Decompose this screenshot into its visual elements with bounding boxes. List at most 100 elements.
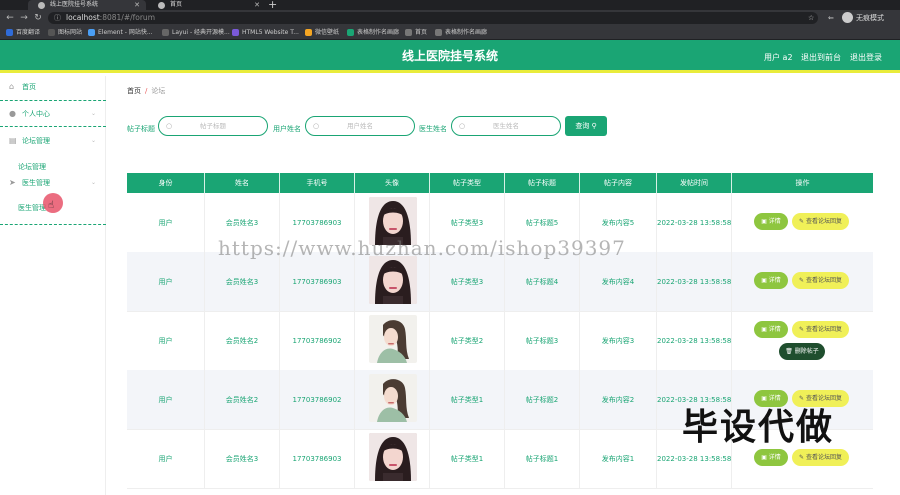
cell-content: 发布内容3 (580, 311, 657, 371)
cell-role: 用户 (127, 252, 205, 312)
detail-icon: ▣ (761, 326, 769, 333)
info-icon: ⓘ (54, 14, 61, 22)
bookmark-item[interactable]: 百度翻译 (6, 26, 40, 40)
avatar (368, 256, 417, 304)
avatar (368, 433, 417, 481)
cell-phone: 17703786903 (280, 429, 355, 489)
sidebar-item-forum[interactable]: ▤ 论坛管理 ⌄ (0, 130, 106, 152)
cell-actions: ▣ 详情 ✎ 查看论坛回复 (732, 252, 873, 312)
view-replies-button[interactable]: ✎ 查看论坛回复 (792, 213, 849, 230)
user-search-label: 用户姓名 (273, 125, 301, 133)
breadcrumb-home[interactable]: 首页 (127, 87, 141, 95)
cell-actions: ▣ 详情 ✎ 查看论坛回复 🗑 删除帖子 (732, 311, 873, 371)
user-icon: ● (9, 109, 16, 118)
bookmark-icon (305, 29, 312, 36)
cell-phone: 17703786903 (280, 252, 355, 312)
detail-button[interactable]: ▣ 详情 (754, 213, 788, 230)
bookmark-item[interactable]: 表格制作名画廊 (435, 26, 487, 40)
title-search-label: 帖子标题 (127, 125, 155, 133)
incognito-avatar-icon[interactable] (842, 12, 853, 23)
detail-icon: ▣ (761, 218, 769, 225)
cell-role: 用户 (127, 193, 205, 253)
cell-role: 用户 (127, 370, 205, 430)
site-favicon-icon (158, 2, 165, 9)
column-header: 帖子标题 (505, 173, 580, 193)
reload-icon[interactable]: ↻ (32, 11, 44, 25)
browser-tab[interactable]: 首页 ✕ (148, 0, 266, 10)
cell-actions: ▣ 详情 ✎ 查看论坛回复 (732, 193, 873, 253)
avatar-cell (355, 311, 430, 371)
bookmark-item[interactable]: 首页 (405, 26, 427, 40)
sidebar-item-personal[interactable]: ● 个人中心 ⌄ (0, 103, 106, 125)
bookmark-item[interactable]: Element - 网站快... (88, 26, 153, 40)
detail-button[interactable]: ▣ 详情 (754, 449, 788, 466)
close-tab-icon[interactable]: ✕ (134, 0, 140, 10)
logout-link[interactable]: 退出登录 (850, 40, 882, 75)
bookmark-item[interactable]: HTML5 Website T... (232, 26, 299, 40)
view-replies-button[interactable]: ✎ 查看论坛回复 (792, 321, 849, 338)
divider (0, 224, 106, 225)
sidebar-subitem-forum[interactable]: 论坛管理 (18, 162, 46, 172)
cell-name: 会员姓名2 (205, 370, 280, 430)
column-header: 头像 (355, 173, 430, 193)
bookmark-item[interactable]: 表格制作名画廊 (347, 26, 399, 40)
table-row: 用户 会员姓名2 17703786902 帖子类型2 帖子标题3 发布内容3 2022-03… (127, 311, 873, 371)
sidebar-item-doctor[interactable]: ➤ 医生管理 ⌄ (0, 172, 106, 194)
bookmark-item[interactable]: Layui - 经典开源模... (162, 26, 230, 40)
delete-post-button[interactable]: 🗑 删除帖子 (779, 343, 825, 360)
back-icon[interactable]: ← (4, 11, 16, 25)
browser-tab-strip: 线上医院挂号系统 ✕ 首页 ✕ + (0, 0, 900, 11)
cell-time: 2022-03-28 13:58:58 (657, 252, 732, 312)
browser-tab-active[interactable]: 线上医院挂号系统 ✕ (28, 0, 146, 10)
edit-icon: ✎ (799, 454, 806, 461)
sidebar-item-label: 首页 (22, 83, 36, 91)
bookmark-icon (435, 29, 442, 36)
extension-icon[interactable]: ⇐ (828, 11, 834, 25)
bookmark-star-icon[interactable]: ☆ (808, 11, 814, 25)
cell-type: 帖子类型3 (430, 252, 505, 312)
cell-type: 帖子类型1 (430, 429, 505, 489)
bookmark-icon (48, 29, 55, 36)
avatar-cell (355, 370, 430, 430)
user-search-input[interactable]: ○ 用户姓名 (305, 116, 415, 136)
edit-icon: ✎ (799, 218, 806, 225)
chevron-down-icon: ⌄ (90, 137, 96, 144)
view-replies-button[interactable]: ✎ 查看论坛回复 (792, 449, 849, 466)
detail-button[interactable]: ▣ 详情 (754, 272, 788, 289)
column-header: 发帖时间 (657, 173, 732, 193)
url-path: :8081/#/forum (99, 13, 155, 22)
trash-icon: 🗑 (785, 348, 795, 355)
detail-icon: ▣ (761, 454, 769, 461)
title-search-input[interactable]: ○ 帖子标题 (158, 116, 268, 136)
edit-icon: ✎ (799, 326, 806, 333)
close-tab-icon[interactable]: ✕ (254, 0, 260, 10)
bookmark-item[interactable]: 微信壁纸 (305, 26, 339, 40)
url-input[interactable]: ⓘ localhost:8081/#/forum (48, 12, 818, 24)
sidebar-item-label: 个人中心 (22, 110, 50, 118)
bookmark-item[interactable]: 图标网站 (48, 26, 82, 40)
forward-icon[interactable]: → (18, 11, 30, 25)
sidebar-item-label: 论坛管理 (22, 137, 50, 145)
cell-title: 帖子标题4 (505, 252, 580, 312)
search-button[interactable]: 查询 ⚲ (565, 116, 607, 136)
sidebar-item-home[interactable]: ⌂ 首页 (0, 76, 106, 98)
divider (0, 126, 106, 127)
doctor-search-input[interactable]: ○ 医生姓名 (451, 116, 561, 136)
chevron-down-icon: ⌄ (90, 179, 96, 186)
sidebar-subitem-doctor[interactable]: 医生管理 (18, 203, 46, 213)
cell-type: 帖子类型2 (430, 311, 505, 371)
cell-name: 会员姓名2 (205, 311, 280, 371)
cell-content: 发布内容2 (580, 370, 657, 430)
back-to-frontend-link[interactable]: 退出到前台 (801, 40, 841, 75)
column-header: 操作 (795, 179, 810, 187)
cell-content: 发布内容1 (580, 429, 657, 489)
cell-time: 2022-03-28 13:58:58 (657, 311, 732, 371)
home-icon: ⌂ (9, 82, 15, 91)
forum-icon: ▤ (9, 136, 17, 145)
column-header: 帖子类型 (430, 173, 505, 193)
table-header: 身份 姓名 手机号 头像 帖子类型 帖子标题 帖子内容 发帖时间 操作 (127, 173, 873, 193)
breadcrumb-separator: / (145, 87, 148, 95)
divider (0, 100, 106, 101)
view-replies-button[interactable]: ✎ 查看论坛回复 (792, 272, 849, 289)
detail-button[interactable]: ▣ 详情 (754, 321, 788, 338)
